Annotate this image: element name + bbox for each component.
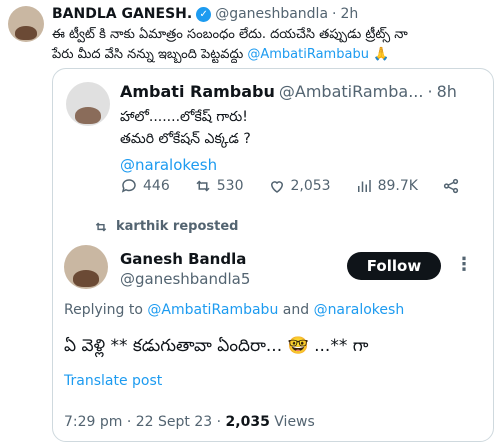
nerd-emoji: 🤓 (287, 336, 309, 356)
quoted-avatar[interactable] (66, 82, 110, 126)
inner-footer: 7:29 pm · 22 Sept 23 · 2,035 Views (64, 414, 315, 430)
like-action[interactable]: 2,053 (268, 177, 331, 195)
outer-tweet-text: ఈ ట్వీట్ కి నాకు ఏమాత్రం సంబంధం లేదు. దయ… (52, 25, 492, 65)
inner-author-name[interactable]: Ganesh Bandla (120, 249, 250, 269)
reply-action[interactable]: 446 (120, 177, 170, 195)
footer-views-label: Views (269, 414, 315, 430)
follow-button[interactable]: Follow (347, 252, 441, 280)
outer-author-name[interactable]: BANDLA GANESH. (52, 6, 192, 22)
views-action[interactable]: 89.7K (355, 177, 418, 195)
replying-prefix: Replying to (64, 302, 148, 318)
replying-and: and (278, 302, 314, 318)
separator-dot: · (427, 82, 433, 101)
repost-icon (196, 180, 210, 192)
replying-user1[interactable]: @AmbatiRambabu (147, 302, 278, 318)
share-action[interactable] (442, 177, 460, 195)
share-icon (443, 178, 459, 194)
inner-text-part2: ...** గా (308, 336, 369, 356)
translate-post-link[interactable]: Translate post (64, 373, 162, 389)
quoted-handle[interactable]: @AmbatiRamba... (279, 82, 424, 101)
repost-action[interactable]: 530 (194, 177, 244, 195)
quoted-action-row: 446 530 2,053 89.7K (120, 177, 460, 195)
quoted-line2: తమరి లోకేషన్ ఎక్కడ ? (120, 131, 251, 147)
avatar-image (15, 26, 37, 40)
reposted-row: karthik reposted (94, 219, 238, 234)
inner-handle[interactable]: @ganeshbandla5 (120, 269, 250, 289)
inner-tweet-text: ఏ వెళ్లి ** కడుగుతావా ఏందిరా... 🤓 ...** … (64, 336, 368, 360)
outer-avatar[interactable] (8, 6, 44, 42)
inner-text-part1: ఏ వెళ్లి ** కడుగుతావా ఏందిరా... (64, 336, 283, 356)
replying-user2[interactable]: @naralokesh (314, 302, 405, 318)
reply-icon (121, 179, 136, 193)
outer-text-line1: ఈ ట్వీట్ కి నాకు ఏమాత్రం సంబంధం లేదు. దయ… (52, 27, 408, 42)
footer-views-count: 2,035 (225, 414, 270, 430)
separator-dot: · (332, 6, 337, 22)
quoted-text: హాలో.......లోకేష్ గారు! తమరి లోకేషన్ ఎక్… (120, 106, 251, 176)
quoted-line1: హాలో.......లోకేష్ గారు! (120, 109, 248, 125)
inner-author-block: Ganesh Bandla @ganeshbandla5 (120, 249, 250, 289)
outer-time[interactable]: 2h (340, 6, 358, 22)
repost-icon (95, 221, 107, 232)
analytics-icon (357, 180, 371, 192)
outer-emoji: 🙏 (373, 47, 390, 62)
quoted-mention[interactable]: @naralokesh (120, 154, 251, 176)
avatar-image (72, 270, 100, 287)
quoted-header: Ambati Rambabu @AmbatiRamba... · 8h (120, 82, 457, 101)
like-count: 2,053 (290, 178, 331, 194)
inner-avatar[interactable] (64, 245, 108, 289)
reposted-by[interactable]: karthik reposted (116, 219, 238, 234)
quoted-time[interactable]: 8h (437, 82, 457, 101)
more-options-icon[interactable]: ⋮ (455, 254, 473, 275)
avatar-image (74, 107, 102, 124)
reply-count: 446 (143, 178, 170, 194)
replying-to: Replying to @AmbatiRambabu and @naraloke… (64, 302, 404, 318)
outer-header: BANDLA GANESH. ✓ @ganeshbandla · 2h (52, 6, 358, 22)
repost-count: 530 (216, 178, 244, 194)
outer-mention[interactable]: @AmbatiRambabu (247, 47, 369, 62)
view-count: 89.7K (377, 178, 418, 194)
quoted-author-name[interactable]: Ambati Rambabu (120, 82, 275, 101)
outer-handle[interactable]: @ganeshbandla (215, 6, 328, 22)
outer-text-line2: పేరు మీద వేసి నన్ను ఇబ్బంది పెట్టవద్దు (52, 47, 244, 62)
outer-text-line2-wrap: పేరు మీద వేసి నన్ను ఇబ్బంది పెట్టవద్దు @… (52, 45, 492, 65)
footer-time[interactable]: 7:29 pm · 22 Sept 23 · (64, 414, 226, 430)
verified-icon: ✓ (196, 6, 212, 22)
heart-icon (270, 181, 283, 193)
